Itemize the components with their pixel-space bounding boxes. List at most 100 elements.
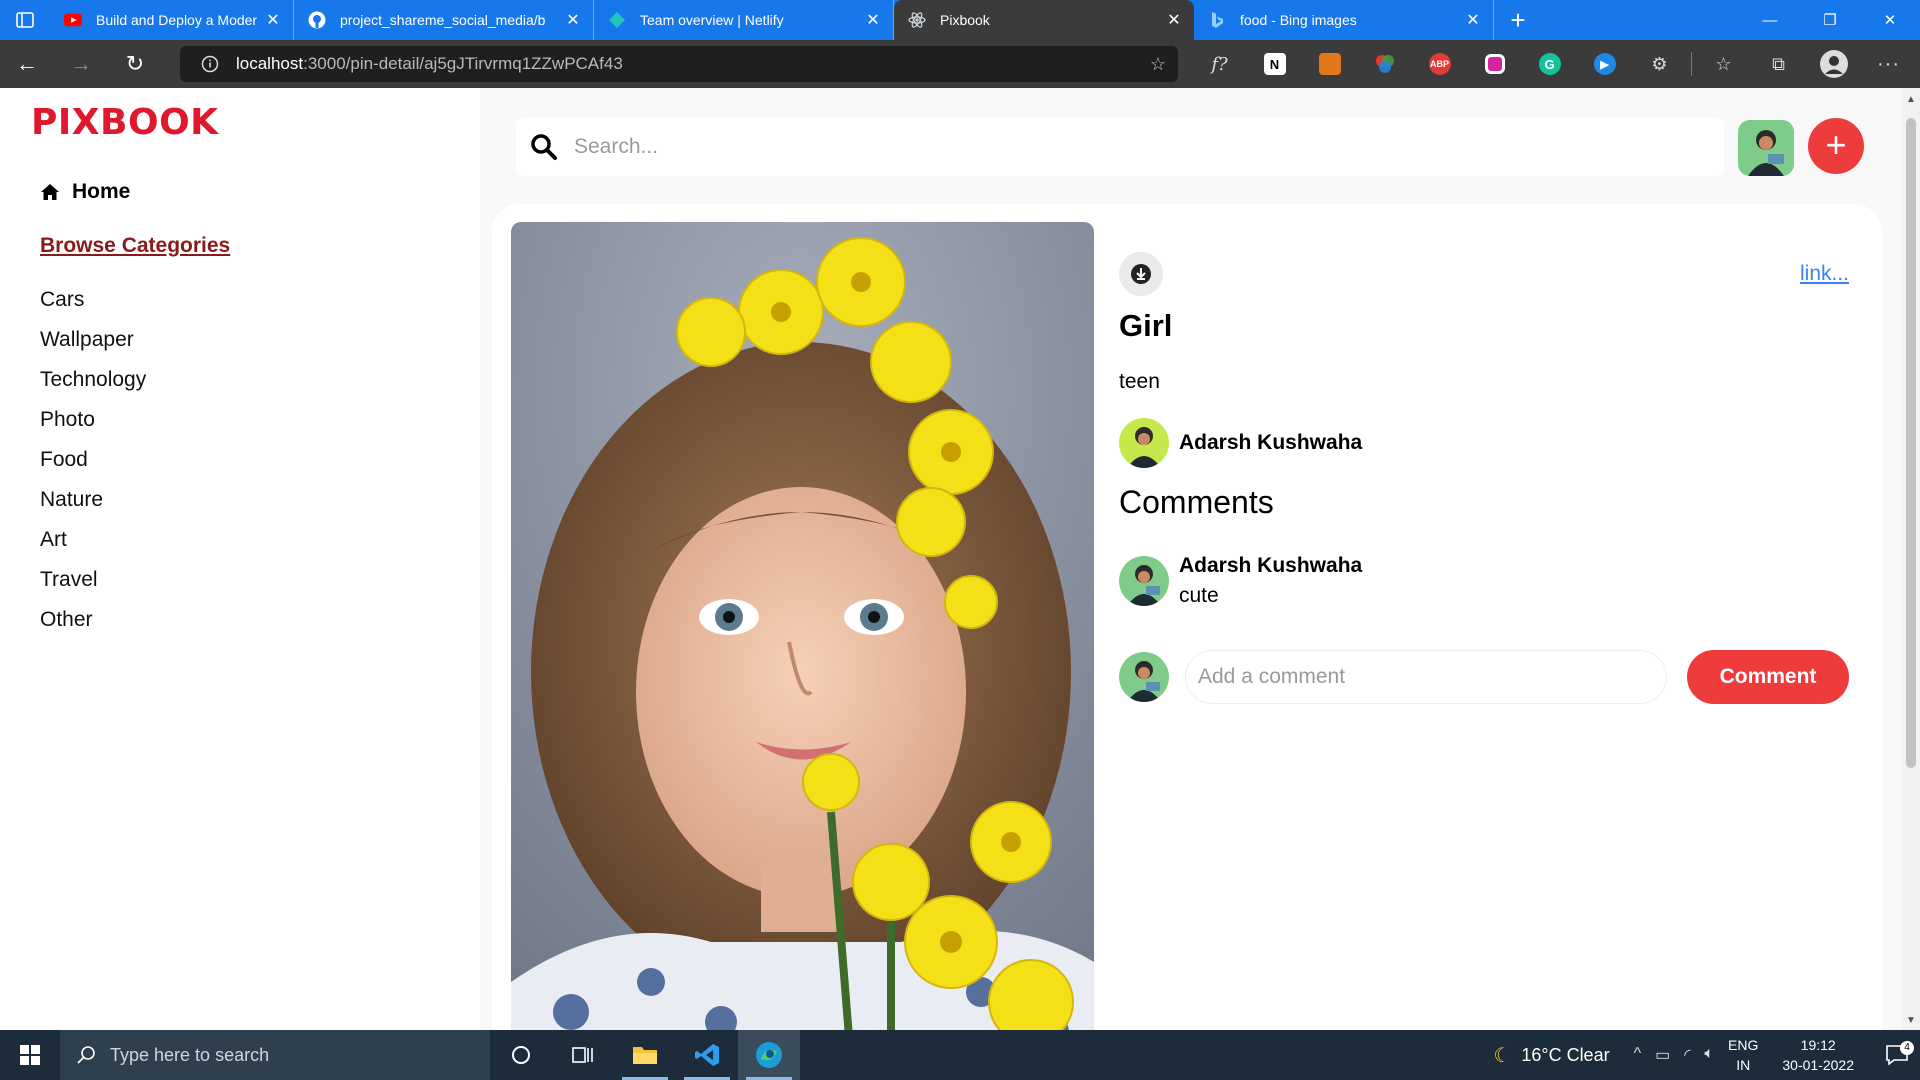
category-item[interactable]: Travel bbox=[40, 568, 146, 608]
tab-pixbook[interactable]: Pixbook ✕ bbox=[894, 0, 1194, 40]
user-avatar[interactable] bbox=[1738, 120, 1794, 176]
search-input[interactable] bbox=[574, 135, 1674, 159]
add-favorite-icon[interactable]: ☆ bbox=[1150, 54, 1166, 75]
close-tab-icon[interactable]: ✕ bbox=[565, 10, 581, 30]
page-scrollbar[interactable]: ▲ ▼ bbox=[1902, 88, 1920, 1030]
file-explorer-icon[interactable] bbox=[614, 1030, 676, 1080]
clock-date: 30-01-2022 bbox=[1782, 1057, 1854, 1073]
category-item[interactable]: Art bbox=[40, 528, 146, 568]
avatar bbox=[1119, 556, 1169, 606]
search-icon bbox=[77, 1046, 95, 1064]
home-icon bbox=[41, 184, 59, 200]
comment-input[interactable] bbox=[1185, 650, 1667, 704]
tab-github[interactable]: project_shareme_social_media/b ✕ bbox=[294, 0, 594, 40]
category-item[interactable]: Other bbox=[40, 608, 146, 648]
player-extension-icon[interactable]: ▶ bbox=[1577, 40, 1632, 88]
back-button[interactable]: ← bbox=[0, 40, 54, 88]
minimize-icon[interactable]: — bbox=[1740, 0, 1800, 40]
more-menu-icon[interactable]: ··· bbox=[1861, 40, 1916, 88]
battery-icon[interactable]: ▭ bbox=[1655, 1045, 1670, 1065]
profile-avatar-icon[interactable] bbox=[1806, 40, 1861, 88]
edge-icon[interactable] bbox=[738, 1030, 800, 1080]
tab-title: Team overview | Netlify bbox=[640, 12, 784, 28]
netlify-icon bbox=[608, 11, 626, 29]
url-host: localhost bbox=[236, 54, 304, 73]
comment-text: cute bbox=[1179, 584, 1219, 607]
tab-youtube[interactable]: Build and Deploy a Modern Full S ✕ bbox=[50, 0, 294, 40]
restore-icon[interactable]: ❐ bbox=[1800, 0, 1860, 40]
site-info-icon[interactable] bbox=[192, 55, 228, 73]
girl-with-flowers-photo bbox=[511, 222, 1094, 1030]
wifi-icon[interactable]: ◜ bbox=[1684, 1045, 1690, 1065]
destination-link[interactable]: link... bbox=[1800, 262, 1849, 286]
browser-toolbar: ← → ↻ localhost:3000/pin-detail/aj5gJTir… bbox=[0, 40, 1920, 88]
category-item[interactable]: Technology bbox=[40, 368, 146, 408]
vscode-icon[interactable] bbox=[676, 1030, 738, 1080]
scroll-up-icon[interactable]: ▲ bbox=[1906, 94, 1916, 105]
taskbar-search[interactable]: Type here to search bbox=[60, 1030, 490, 1080]
comment-button[interactable]: Comment bbox=[1687, 650, 1849, 704]
scroll-down-icon[interactable]: ▼ bbox=[1906, 1015, 1916, 1026]
weather-text: 16°C Clear bbox=[1521, 1044, 1610, 1065]
notification-center-icon[interactable]: 4 bbox=[1874, 1041, 1920, 1065]
browser-tab-strip: Build and Deploy a Modern Full S ✕ proje… bbox=[0, 0, 1920, 40]
collections-icon[interactable]: ⧉ bbox=[1751, 40, 1806, 88]
close-window-icon[interactable]: ✕ bbox=[1860, 0, 1920, 40]
start-button[interactable] bbox=[0, 1030, 60, 1080]
region-code: IN bbox=[1736, 1057, 1751, 1073]
language-indicator[interactable]: ENG IN bbox=[1728, 1035, 1758, 1075]
instagram-extension-icon[interactable] bbox=[1467, 40, 1522, 88]
close-tab-icon[interactable]: ✕ bbox=[1465, 10, 1481, 30]
task-view-icon[interactable] bbox=[552, 1030, 614, 1080]
metamask-extension-icon[interactable] bbox=[1302, 40, 1357, 88]
category-item[interactable]: Nature bbox=[40, 488, 146, 528]
system-icons: ^ ▭ ◜ 🔈︎ bbox=[1634, 1045, 1714, 1065]
scrollbar-thumb[interactable] bbox=[1906, 118, 1916, 768]
comment-author: Adarsh Kushwaha bbox=[1179, 554, 1363, 577]
moon-icon: ☾ bbox=[1493, 1044, 1512, 1067]
weather-widget[interactable]: ☾ 16°C Clear bbox=[1493, 1043, 1609, 1068]
pin-image bbox=[511, 222, 1094, 1030]
posted-by-name: Adarsh Kushwaha bbox=[1179, 431, 1363, 454]
posted-by[interactable]: Adarsh Kushwaha bbox=[1119, 418, 1362, 468]
avatar bbox=[1119, 652, 1169, 702]
close-tab-icon[interactable]: ✕ bbox=[265, 10, 281, 30]
comments-heading: Comments bbox=[1119, 484, 1274, 520]
category-list: Cars Wallpaper Technology Photo Food Nat… bbox=[40, 288, 146, 648]
colorpicker-extension-icon[interactable] bbox=[1357, 40, 1412, 88]
close-tab-icon[interactable]: ✕ bbox=[1166, 10, 1182, 30]
tab-bing[interactable]: food - Bing images ✕ bbox=[1194, 0, 1494, 40]
clock[interactable]: 19:12 30-01-2022 bbox=[1782, 1035, 1854, 1075]
add-comment-row: Comment bbox=[1119, 650, 1849, 704]
create-pin-button[interactable]: + bbox=[1808, 118, 1864, 174]
tab-title: Build and Deploy a Modern Full S bbox=[96, 12, 257, 28]
tab-netlify[interactable]: Team overview | Netlify ✕ bbox=[594, 0, 894, 40]
favorites-icon[interactable]: ☆ bbox=[1696, 40, 1751, 88]
url-path: :3000/pin-detail/aj5gJTirvrmq1ZZwPCAf43 bbox=[303, 54, 623, 73]
sidebar-item-home[interactable]: Home bbox=[40, 180, 130, 204]
refresh-button[interactable]: ↻ bbox=[108, 40, 162, 88]
volume-icon[interactable]: 🔈︎ bbox=[1704, 1045, 1714, 1065]
close-tab-icon[interactable]: ✕ bbox=[865, 10, 881, 30]
toolbar-separator bbox=[1691, 52, 1692, 76]
logo[interactable]: PIXBOOK bbox=[31, 102, 219, 143]
forward-button[interactable]: → bbox=[54, 40, 108, 88]
math-extension-icon[interactable]: f? bbox=[1192, 40, 1247, 88]
chevron-up-icon[interactable]: ^ bbox=[1634, 1045, 1642, 1065]
notion-extension-icon[interactable]: N bbox=[1247, 40, 1302, 88]
category-item[interactable]: Food bbox=[40, 448, 146, 488]
address-bar[interactable]: localhost:3000/pin-detail/aj5gJTirvrmq1Z… bbox=[180, 46, 1178, 82]
adblock-extension-icon[interactable]: ABP bbox=[1412, 40, 1467, 88]
grammarly-extension-icon[interactable]: G bbox=[1522, 40, 1577, 88]
comment-item: Adarsh Kushwaha cute bbox=[1119, 554, 1362, 608]
tab-actions-icon[interactable] bbox=[0, 0, 50, 40]
category-item[interactable]: Photo bbox=[40, 408, 146, 448]
category-item[interactable]: Cars bbox=[40, 288, 146, 328]
download-button[interactable] bbox=[1119, 252, 1163, 296]
clock-time: 19:12 bbox=[1800, 1037, 1836, 1053]
category-item[interactable]: Wallpaper bbox=[40, 328, 146, 368]
language-code: ENG bbox=[1728, 1037, 1759, 1053]
extensions-puzzle-icon[interactable]: ⚙ bbox=[1632, 40, 1687, 88]
new-tab-button[interactable]: + bbox=[1494, 0, 1542, 40]
cortana-icon[interactable] bbox=[490, 1030, 552, 1080]
